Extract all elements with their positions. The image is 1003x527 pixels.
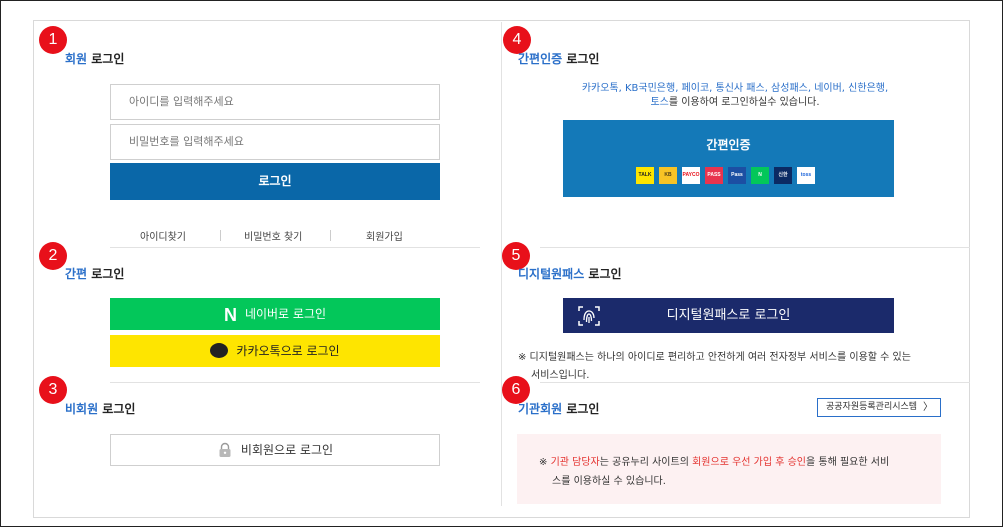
simple-auth-description: 카카오톡, KB국민은행, 페이코, 통신사 패스, 삼성패스, 네이버, 신한… <box>540 82 930 110</box>
title-highlight: 비회원 <box>65 402 99 416</box>
notice-prefix: ※ <box>539 457 551 468</box>
password-input[interactable]: 비밀번호를 입력해주세요 <box>110 124 440 160</box>
simple-auth-button[interactable]: 간편인증 TALK KB PAYCO PASS Pass N 신한 toss <box>563 120 894 197</box>
title-rest: 로그인 <box>584 267 622 281</box>
column-divider <box>501 22 502 506</box>
title-rest: 로그인 <box>87 52 125 66</box>
section-badge-3: 3 <box>39 376 67 404</box>
easy-login-title: 간편 로그인 <box>65 265 124 282</box>
notice-end: 을 통해 필요한 서비 <box>806 457 890 468</box>
simple-auth-label: 간편인증 <box>706 138 751 152</box>
link-separator <box>220 230 221 241</box>
digital-onepass-title: 디지털원패스 로그인 <box>518 265 622 282</box>
id-input[interactable]: 아이디를 입력해주세요 <box>110 84 440 120</box>
note-line2: 서비스입니다. <box>531 370 590 381</box>
register-label: 공공자원등록관리시스템 <box>826 402 918 412</box>
simple-auth-title: 간편인증 로그인 <box>518 50 599 67</box>
section-badge-1: 1 <box>39 26 67 54</box>
kakao-speech-bubble-icon <box>210 343 229 358</box>
title-highlight: 기관회원 <box>518 402 563 416</box>
title-highlight: 간편인증 <box>518 52 563 66</box>
title-rest: 로그인 <box>562 402 600 416</box>
account-links: 아이디찾기 비밀번호 찾기 회원가입 <box>110 228 440 244</box>
digital-onepass-label: 디지털원패스로 로그인 <box>666 308 791 323</box>
simple-auth-desc-line1: 카카오톡, KB국민은행, 페이코, 통신사 패스, 삼성패스, 네이버, 신한… <box>581 83 889 94</box>
notice-agency-manager: 기관 담당자 <box>550 457 600 468</box>
title-rest: 로그인 <box>98 402 136 416</box>
simple-auth-desc-line2: 토스를 이용하여 로그인하실수 있습니다. <box>540 96 930 110</box>
public-resource-system-button[interactable]: 공공자원등록관리시스템 〉 <box>817 398 941 417</box>
pass-icon: PASS <box>705 167 723 184</box>
samsung-pass-icon: Pass <box>728 167 746 184</box>
naver-login-label: 네이버로 로그인 <box>244 307 327 321</box>
fingerprint-icon <box>578 306 600 326</box>
kakao-icon: TALK <box>636 167 654 184</box>
kakao-login-button[interactable]: 카카오톡으로 로그인 <box>110 335 440 367</box>
naver-icon: N <box>751 167 769 184</box>
kakao-login-label: 카카오톡으로 로그인 <box>236 344 340 358</box>
link-separator <box>330 230 331 241</box>
member-login-title: 회원 로그인 <box>65 50 124 67</box>
toss-icon: toss <box>797 167 815 184</box>
title-rest: 로그인 <box>562 52 600 66</box>
guest-login-title: 비회원 로그인 <box>65 400 135 417</box>
login-button[interactable]: 로그인 <box>110 163 440 200</box>
naver-icon: N <box>223 304 237 325</box>
signup-link[interactable]: 회원가입 <box>366 228 403 243</box>
notice-mid: 는 공유누리 사이트의 <box>599 457 693 468</box>
naver-login-button[interactable]: N 네이버로 로그인 <box>110 298 440 330</box>
digital-onepass-note: ※ 디지털원패스는 하나의 아이디로 편리하고 안전하게 여러 전자정부 서비스… <box>518 349 918 385</box>
desc-line2-rest: 를 이용하여 로그인하실수 있습니다. <box>668 97 820 108</box>
note-line1: ※ 디지털원패스는 하나의 아이디로 편리하고 안전하게 여러 전자정부 서비스… <box>518 352 911 363</box>
find-password-link[interactable]: 비밀번호 찾기 <box>244 228 302 243</box>
divider-right-1 <box>540 247 970 248</box>
divider-left-2 <box>110 382 480 383</box>
title-highlight: 간편 <box>65 267 88 281</box>
kb-icon: KB <box>659 167 677 184</box>
payco-icon: PAYCO <box>682 167 700 184</box>
notice-line2: 스를 이용하실 수 있습니다. <box>552 476 666 487</box>
section-badge-2: 2 <box>39 242 67 270</box>
notice-line1: ※ 기관 담당자는 공유누리 사이트의 회원으로 우선 가입 후 승인을 통해 … <box>539 453 919 472</box>
divider-left-1 <box>110 247 480 248</box>
find-id-link[interactable]: 아이디찾기 <box>140 228 186 243</box>
title-highlight: 회원 <box>65 52 88 66</box>
digital-onepass-button[interactable]: 디지털원패스로 로그인 <box>563 298 894 333</box>
title-highlight: 디지털원패스 <box>518 267 585 281</box>
title-rest: 로그인 <box>87 267 125 281</box>
chevron-right-icon: 〉 <box>923 402 933 413</box>
agency-notice-box: ※ 기관 담당자는 공유누리 사이트의 회원으로 우선 가입 후 승인을 통해 … <box>517 434 941 504</box>
notice-approval: 회원으로 우선 가입 후 승인 <box>692 457 807 468</box>
agency-login-title: 기관회원 로그인 <box>518 400 599 417</box>
lock-icon <box>219 442 231 457</box>
shinhan-icon: 신한 <box>774 167 792 184</box>
toss-highlight: 토스 <box>650 97 669 108</box>
guest-login-label: 비회원으로 로그인 <box>240 443 334 457</box>
agency-notice-text: ※ 기관 담당자는 공유누리 사이트의 회원으로 우선 가입 후 승인을 통해 … <box>539 453 919 491</box>
guest-login-button[interactable]: 비회원으로 로그인 <box>110 434 440 466</box>
